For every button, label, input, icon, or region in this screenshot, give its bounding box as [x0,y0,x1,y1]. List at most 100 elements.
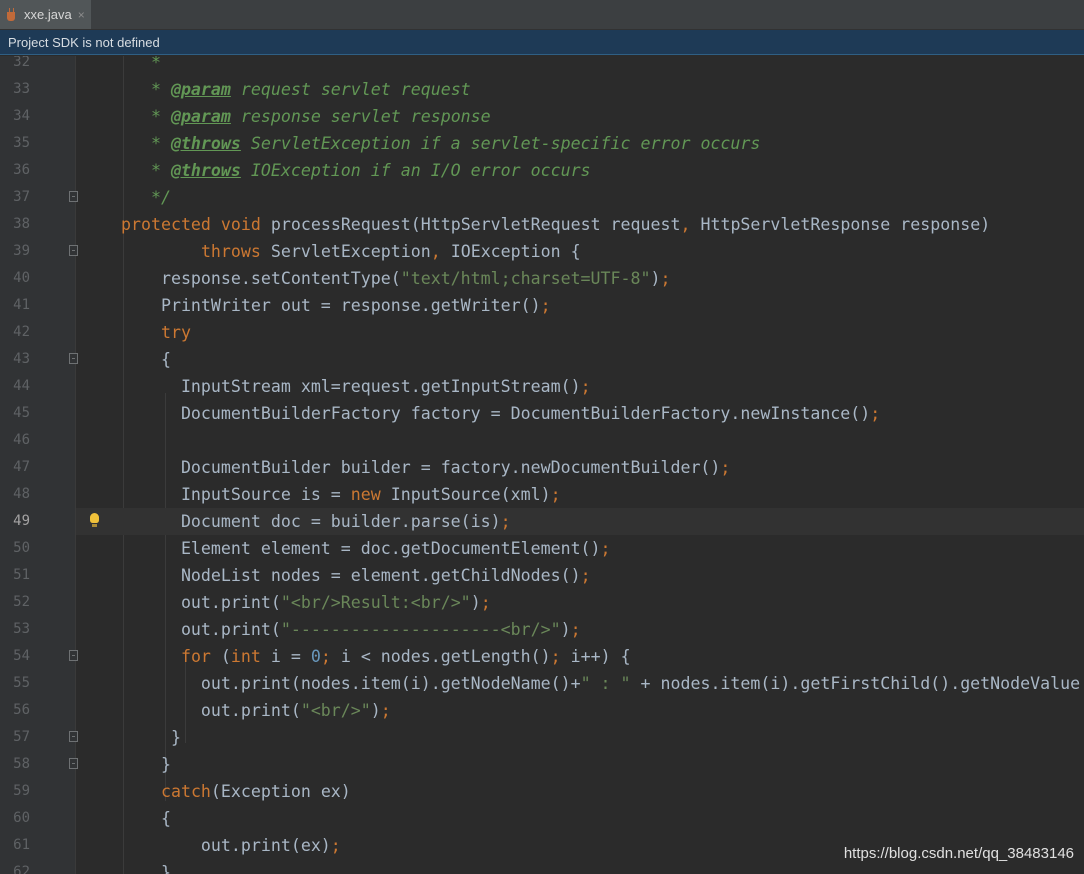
code-line[interactable]: 59 catch(Exception ex) [0,778,1084,805]
file-tab-label: xxe.java [24,7,72,22]
line-number: 39 [13,243,30,259]
code-line[interactable]: 34 * @param response servlet response [0,103,1084,130]
code-line[interactable]: 48 InputSource is = new InputSource(xml)… [0,481,1084,508]
code-text: DocumentBuilderFactory factory = Documen… [121,404,881,423]
line-number: 59 [13,783,30,799]
code-line[interactable]: 43 { [0,346,1084,373]
line-number: 61 [13,837,30,853]
code-line[interactable]: 35 * @throws ServletException if a servl… [0,130,1084,157]
code-line[interactable]: 60 { [0,805,1084,832]
code-text: } [121,755,171,774]
code-text: InputStream xml=request.getInputStream()… [121,377,591,396]
code-line[interactable]: 36 * @throws IOException if an I/O error… [0,157,1084,184]
code-text: * @param request servlet request [121,80,471,99]
code-line[interactable]: 51 NodeList nodes = element.getChildNode… [0,562,1084,589]
line-number: 48 [13,486,30,502]
code-line[interactable]: 58 } [0,751,1084,778]
code-line[interactable]: 50 Element element = doc.getDocumentElem… [0,535,1084,562]
line-number: 47 [13,459,30,475]
code-line[interactable]: 39 throws ServletException, IOException … [0,238,1084,265]
code-line[interactable]: 42 try [0,319,1084,346]
code-text: DocumentBuilder builder = factory.newDoc… [121,458,731,477]
line-number: 49 [13,513,30,529]
line-number: 37 [13,189,30,205]
code-text: out.print("<br/>Result:<br/>"); [121,593,491,612]
code-line[interactable]: 56 out.print("<br/>"); [0,697,1084,724]
code-text: Document doc = builder.parse(is); [121,512,511,531]
line-number: 57 [13,729,30,745]
code-line[interactable]: 32 * [0,56,1084,76]
code-line[interactable]: 55 out.print(nodes.item(i).getNodeName()… [0,670,1084,697]
code-text: PrintWriter out = response.getWriter(); [121,296,551,315]
code-text: */ [121,188,171,207]
code-text: * @throws IOException if an I/O error oc… [121,161,591,180]
line-number: 60 [13,810,30,826]
line-number: 53 [13,621,30,637]
line-number: 54 [13,648,30,664]
code-text: out.print(nodes.item(i).getNodeName()+" … [121,674,1081,693]
code-line[interactable]: 52 out.print("<br/>Result:<br/>"); [0,589,1084,616]
fold-marker-icon[interactable] [69,353,78,364]
code-line[interactable]: 41 PrintWriter out = response.getWriter(… [0,292,1084,319]
code-text: protected void processRequest(HttpServle… [121,215,991,234]
file-tab[interactable]: xxe.java × [0,0,91,29]
line-number: 50 [13,540,30,556]
code-text: * @param response servlet response [121,107,491,126]
code-line[interactable]: 57 } [0,724,1084,751]
code-line[interactable]: 38 protected void processRequest(HttpServ… [0,211,1084,238]
code-text: out.print("<br/>"); [121,701,391,720]
line-number: 36 [13,162,30,178]
code-text: out.print("---------------------<br/>"); [121,620,581,639]
code-text: response.setContentType("text/html;chars… [121,269,671,288]
line-number: 44 [13,378,30,394]
line-number: 55 [13,675,30,691]
code-editor[interactable]: 32 * 33 * @param request servlet request 3… [0,56,1084,874]
code-text: for (int i = 0; i < nodes.getLength(); i… [180,647,631,666]
line-number: 34 [13,108,30,124]
fold-marker-icon[interactable] [69,731,78,742]
line-number: 35 [13,135,30,151]
line-number: 41 [13,297,30,313]
fold-marker-icon[interactable] [69,758,78,769]
line-number: 58 [13,756,30,772]
code-text: { [121,350,171,369]
code-line[interactable]: 54 for (int i = 0; i < nodes.getLength()… [0,643,1084,670]
code-line[interactable]: 44 InputStream xml=request.getInputStrea… [0,373,1084,400]
code-text: InputSource is = new InputSource(xml); [121,485,561,504]
code-line[interactable]: 53 out.print("---------------------<br/>… [0,616,1084,643]
code-text: out.print(ex); [121,836,341,855]
fold-marker-icon[interactable] [69,245,78,256]
code-line[interactable]: 33 * @param request servlet request [0,76,1084,103]
code-text: throws ServletException, IOException { [200,242,581,261]
line-number: 45 [13,405,30,421]
code-line[interactable]: 46 [0,427,1084,454]
code-line[interactable]: 49 Document doc = builder.parse(is); [13,508,1084,535]
java-file-icon [6,7,18,22]
line-number: 43 [13,351,30,367]
line-number: 32 [13,56,30,70]
lightbulb-icon[interactable] [88,513,102,529]
fold-marker-icon[interactable] [69,191,78,202]
sdk-warning-banner[interactable]: Project SDK is not defined [0,30,1084,55]
fold-marker-icon[interactable] [69,650,78,661]
close-icon[interactable]: × [78,8,85,22]
code-text: NodeList nodes = element.getChildNodes()… [121,566,591,585]
line-number: 42 [13,324,30,340]
editor-tab-bar: xxe.java × [0,0,1084,30]
code-text: Element element = doc.getDocumentElement… [121,539,611,558]
code-line[interactable]: 47 DocumentBuilder builder = factory.new… [0,454,1084,481]
code-line[interactable]: 45 DocumentBuilderFactory factory = Docu… [0,400,1084,427]
code-text: } [121,728,181,747]
code-line[interactable]: 37 */ [0,184,1084,211]
line-number: 56 [13,702,30,718]
code-line[interactable]: 40 response.setContentType("text/html;ch… [0,265,1084,292]
code-text: } [121,863,171,874]
line-number: 40 [13,270,30,286]
code-text: { [121,809,171,828]
line-number: 62 [13,864,30,874]
line-number: 33 [13,81,30,97]
line-number: 51 [13,567,30,583]
line-number: 38 [13,216,30,232]
code-text: * @throws ServletException if a servlet-… [121,134,761,153]
watermark: https://blog.csdn.net/qq_38483146 [843,845,1074,862]
